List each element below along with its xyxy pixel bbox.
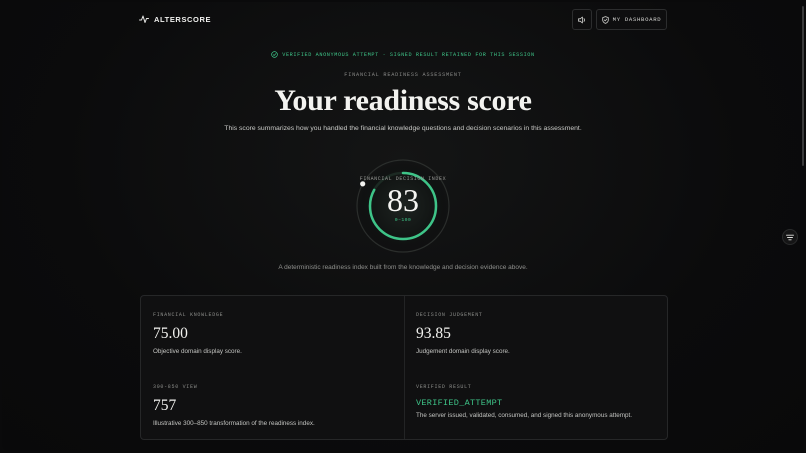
speaker-icon — [577, 16, 585, 23]
grid-divider — [404, 296, 405, 439]
my-dashboard-button[interactable]: MY DASHBOARD — [596, 9, 667, 30]
check-circle-icon — [271, 51, 279, 58]
card-300-850-view: 300-850 VIEW 757 Illustrative 300–850 tr… — [153, 384, 315, 427]
shield-icon — [601, 15, 609, 24]
filter-toggle-button[interactable] — [782, 229, 798, 245]
assessment-eyebrow: FINANCIAL READINESS ASSESSMENT — [344, 72, 462, 78]
card-value: VERIFIED_ATTEMPT — [416, 398, 503, 408]
card-label: VERIFIED RESULT — [416, 384, 472, 390]
card-description: Objective domain display score. — [153, 348, 242, 355]
card-value: 75.00 — [153, 325, 188, 342]
gauge-range: 0–100 — [394, 218, 412, 223]
filter-icon — [786, 234, 794, 240]
card-label: DECISION JUDGEMENT — [416, 312, 483, 318]
decision-index-gauge: FINANCIAL DECISION INDEX 83 0–100 — [355, 154, 451, 258]
card-description: The server issued, validated, consumed, … — [416, 412, 632, 419]
page-title: Your readiness score — [274, 84, 532, 117]
top-header: ALTERSCORE MY DASHBOARD — [2, 2, 804, 36]
card-value: 93.85 — [416, 325, 451, 342]
card-verified-result: VERIFIED RESULT VERIFIED_ATTEMPT The ser… — [416, 384, 632, 419]
card-value: 757 — [153, 397, 177, 414]
index-caption: A deterministic readiness index built fr… — [278, 264, 528, 271]
page-scrollbar[interactable] — [802, 6, 804, 166]
brand-name: ALTERSCORE — [154, 14, 212, 24]
sound-toggle-button[interactable] — [572, 9, 592, 30]
verified-banner-text: VERIFIED ANONYMOUS ATTEMPT · SIGNED RESU… — [282, 51, 535, 58]
card-description: Judgement domain display score. — [416, 348, 510, 355]
card-financial-knowledge: FINANCIAL KNOWLEDGE 75.00 Objective doma… — [153, 312, 242, 355]
brand-logo[interactable]: ALTERSCORE — [139, 14, 211, 24]
card-description: Illustrative 300–850 transformation of t… — [153, 420, 315, 427]
card-label: 300-850 VIEW — [153, 384, 198, 390]
pulse-icon — [139, 15, 149, 23]
gauge-value: 83 — [387, 182, 419, 218]
card-label: FINANCIAL KNOWLEDGE — [153, 312, 224, 318]
verified-banner: VERIFIED ANONYMOUS ATTEMPT · SIGNED RESU… — [2, 51, 804, 58]
my-dashboard-label: MY DASHBOARD — [612, 16, 662, 23]
card-decision-judgement: DECISION JUDGEMENT 93.85 Judgement domai… — [416, 312, 510, 355]
page-subtitle: This score summarizes how you handled th… — [224, 125, 582, 132]
app-frame: ALTERSCORE MY DASHBOARD VERIFIED ANONYMO… — [2, 2, 804, 451]
score-breakdown-grid: FINANCIAL KNOWLEDGE 75.00 Objective doma… — [140, 295, 668, 440]
